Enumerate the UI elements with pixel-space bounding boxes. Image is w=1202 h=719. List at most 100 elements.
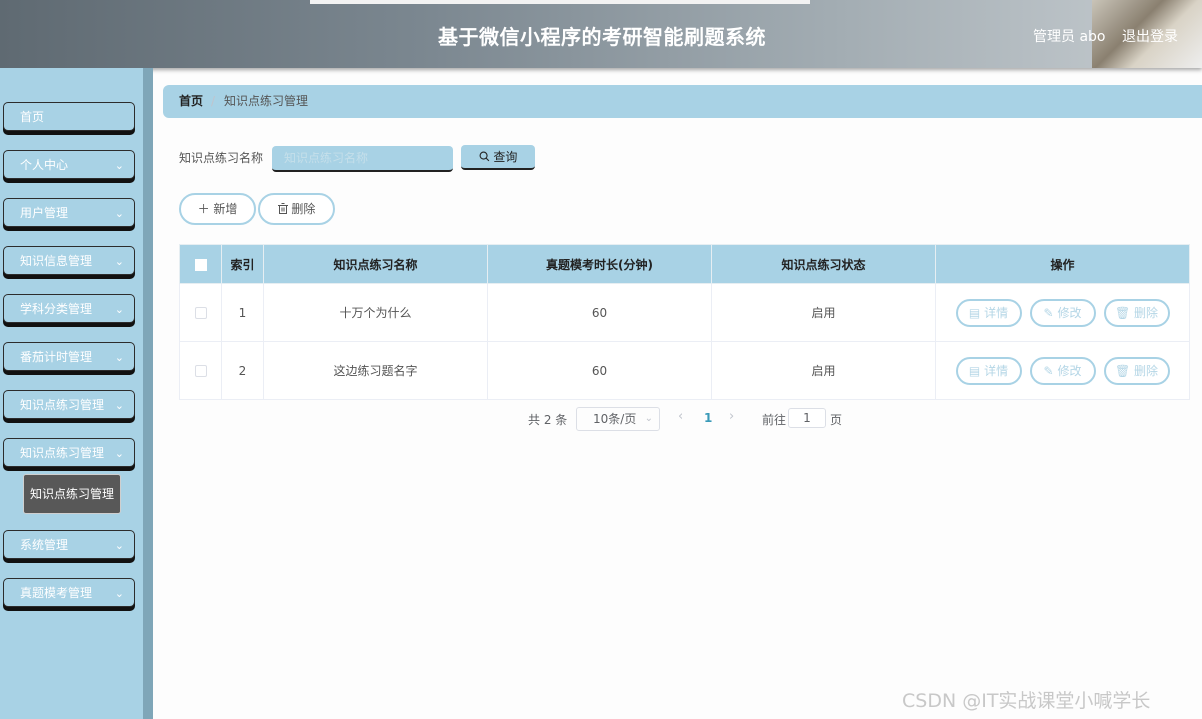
prev-page-button[interactable]: ‹	[678, 409, 683, 424]
pencil-icon: ✎	[1043, 305, 1054, 320]
table-row: 1 十万个为什么 60 启用 ▤ 详情 ✎ 修改 🗑 删除	[179, 283, 1190, 342]
cell-index: 1	[221, 283, 264, 342]
sidebar-item-practice-management[interactable]: 知识点练习管理 ⌄	[3, 390, 135, 419]
sidebar-item-practice-management-2[interactable]: 知识点练习管理 ⌄	[3, 438, 135, 467]
cell-actions: ▤ 详情 ✎ 修改 🗑 删除	[935, 341, 1190, 400]
delete-button[interactable]: 🗑 删除	[1103, 356, 1170, 385]
sidebar-divider	[143, 68, 153, 719]
delete-button[interactable]: 🗑 删除	[1103, 298, 1170, 327]
detail-label: 详情	[984, 305, 1009, 320]
sidebar-item-mock-exam[interactable]: 真题模考管理 ⌄	[3, 578, 135, 607]
chevron-down-icon: ⌄	[644, 413, 653, 424]
sidebar-item-label: 番茄计时管理	[20, 350, 93, 364]
sidebar-item-label: 学科分类管理	[20, 302, 93, 316]
chevron-down-icon: ⌄	[114, 351, 124, 364]
sidebar-item-system-management[interactable]: 系统管理 ⌄	[3, 530, 135, 559]
edit-button[interactable]: ✎ 修改	[1029, 356, 1096, 385]
plus-icon: ＋	[197, 202, 210, 216]
add-button-label: 新增	[213, 202, 238, 216]
cell-name: 这边练习题名字	[263, 341, 488, 400]
sidebar-item-pomodoro[interactable]: 番茄计时管理 ⌄	[3, 342, 135, 371]
edit-button[interactable]: ✎ 修改	[1029, 298, 1096, 327]
query-button-label: 查询	[493, 150, 518, 164]
cell-actions: ▤ 详情 ✎ 修改 🗑 删除	[935, 283, 1190, 342]
cell-duration: 60	[487, 341, 712, 400]
select-all-cell	[179, 244, 222, 284]
trash-icon	[277, 202, 292, 216]
detail-button[interactable]: ▤ 详情	[955, 298, 1022, 327]
data-table: 索引 知识点练习名称 真题模考时长(分钟) 知识点练习状态 操作 1 十万个为什…	[179, 244, 1190, 400]
row-check-cell	[179, 341, 222, 400]
sidebar-item-knowledge-info[interactable]: 知识信息管理 ⌄	[3, 246, 135, 275]
next-page-button[interactable]: ›	[729, 409, 734, 424]
edit-label: 修改	[1057, 363, 1082, 378]
search-label: 知识点练习名称	[179, 151, 264, 165]
search-icon	[479, 150, 494, 164]
cell-status: 启用	[711, 283, 936, 342]
column-header-actions: 操作	[935, 244, 1190, 284]
cell-duration: 60	[487, 283, 712, 342]
document-icon: ▤	[968, 363, 981, 378]
row-checkbox[interactable]	[194, 307, 207, 319]
delete-button-label: 删除	[291, 202, 316, 216]
row-checkbox[interactable]	[194, 365, 207, 377]
table-row: 2 这边练习题名字 60 启用 ▤ 详情 ✎ 修改 🗑 删除	[179, 341, 1190, 400]
batch-delete-button[interactable]: 删除	[258, 193, 335, 225]
sidebar-item-label: 系统管理	[20, 538, 69, 552]
sidebar-item-user-management[interactable]: 用户管理 ⌄	[3, 198, 135, 227]
document-icon: ▤	[968, 305, 981, 320]
top-header: 基于微信小程序的考研智能刷题系统 管理员 abo 退出登录	[0, 0, 1202, 68]
trash-icon: 🗑	[1114, 305, 1131, 320]
chevron-down-icon: ⌄	[114, 399, 124, 412]
table-header-row: 索引 知识点练习名称 真题模考时长(分钟) 知识点练习状态 操作	[179, 244, 1190, 284]
chevron-down-icon: ⌄	[114, 255, 124, 268]
watermark: CSDN @IT实战课堂小喊学长	[902, 690, 1151, 712]
logout-button[interactable]: 退出登录	[1122, 26, 1178, 46]
sidebar-item-home[interactable]: 首页	[3, 102, 135, 131]
breadcrumb: 首页 / 知识点练习管理	[163, 85, 1202, 118]
delete-label: 删除	[1134, 305, 1159, 320]
admin-label: 管理员 abo	[1033, 29, 1106, 45]
sidebar-item-subject-category[interactable]: 学科分类管理 ⌄	[3, 294, 135, 323]
chevron-down-icon: ⌄	[114, 159, 124, 172]
sidebar-item-personal-center[interactable]: 个人中心 ⌄	[3, 150, 135, 179]
column-header-status: 知识点练习状态	[711, 244, 936, 284]
detail-button[interactable]: ▤ 详情	[955, 356, 1022, 385]
cell-status: 启用	[711, 341, 936, 400]
column-header-name: 知识点练习名称	[263, 244, 488, 284]
pencil-icon: ✎	[1043, 363, 1054, 378]
breadcrumb-current: 知识点练习管理	[224, 94, 309, 108]
sidebar-item-label: 知识点练习管理	[20, 446, 105, 460]
add-button[interactable]: ＋ 新增	[179, 193, 256, 225]
chevron-down-icon: ⌄	[114, 587, 124, 600]
detail-label: 详情	[984, 363, 1009, 378]
chevron-down-icon: ⌄	[114, 207, 124, 220]
trash-icon: 🗑	[1114, 363, 1131, 378]
app-title: 基于微信小程序的考研智能刷题系统	[438, 25, 766, 49]
cell-name: 十万个为什么	[263, 283, 488, 342]
sidebar-item-label: 知识信息管理	[20, 254, 93, 268]
search-input[interactable]	[272, 146, 453, 172]
query-button[interactable]: 查询	[461, 145, 535, 170]
sidebar-item-label: 真题模考管理	[20, 586, 93, 600]
sidebar-item-label: 首页	[20, 110, 45, 124]
cell-index: 2	[221, 341, 264, 400]
header-strip	[310, 0, 810, 4]
edit-label: 修改	[1057, 305, 1082, 320]
page-size-select[interactable]: 10条/页 ⌄	[576, 407, 660, 431]
pagination-total: 共 2 条	[528, 413, 568, 427]
page-size-value: 10条/页	[593, 412, 637, 426]
row-check-cell	[179, 283, 222, 342]
chevron-up-icon: ⌄	[114, 447, 124, 460]
submenu-item-practice-management[interactable]: 知识点练习管理	[23, 474, 121, 514]
column-header-duration: 真题模考时长(分钟)	[487, 244, 712, 284]
breadcrumb-home[interactable]: 首页	[179, 85, 203, 118]
sidebar-item-label: 用户管理	[20, 206, 69, 220]
page-suffix: 页	[830, 413, 843, 427]
sidebar-item-label: 个人中心	[20, 158, 69, 172]
sidebar-item-label: 知识点练习管理	[20, 398, 105, 412]
delete-label: 删除	[1134, 363, 1159, 378]
select-all-checkbox[interactable]	[194, 258, 207, 271]
page-number-current[interactable]: 1	[704, 411, 712, 425]
goto-page-input[interactable]	[788, 408, 826, 428]
